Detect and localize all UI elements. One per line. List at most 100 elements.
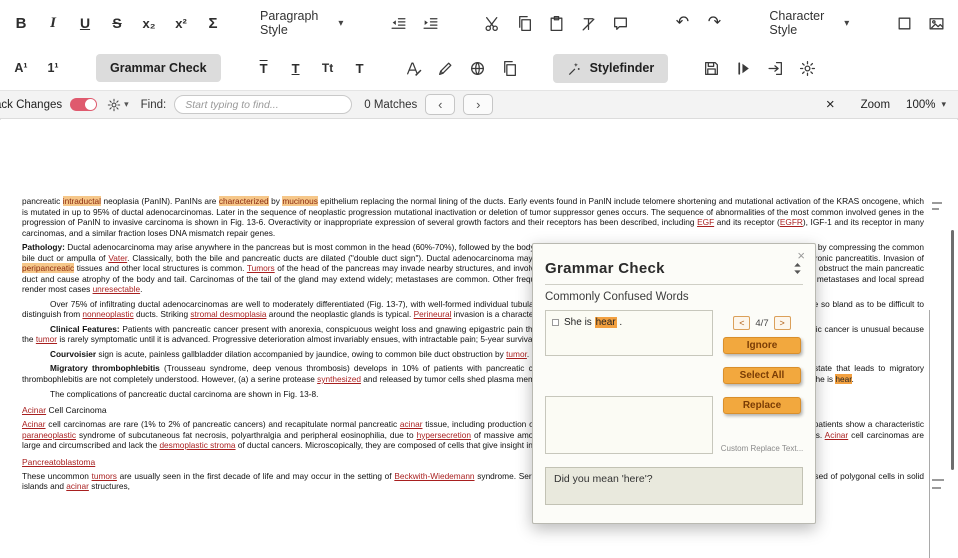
- image-icon: [928, 15, 945, 32]
- endnote-button[interactable]: 1¹: [42, 55, 64, 81]
- sentence-flagged-word: hear: [595, 317, 617, 328]
- divider: [545, 284, 803, 285]
- find-previous-button[interactable]: ‹: [425, 94, 455, 115]
- track-changes-toggle[interactable]: [70, 98, 97, 111]
- comment-icon: [612, 15, 629, 32]
- grammar-check-dialog: × Grammar Check Commonly Confused Words …: [532, 243, 816, 524]
- smallcaps-button[interactable]: Tt: [317, 55, 339, 81]
- font-color-icon: [405, 60, 422, 77]
- export-button[interactable]: [764, 55, 786, 81]
- find-label: Find:: [141, 99, 167, 111]
- stylefinder-label: Stylefinder: [590, 61, 655, 75]
- chevron-down-icon: ▾: [941, 99, 946, 110]
- settings-button[interactable]: [796, 55, 818, 81]
- character-style-dropdown[interactable]: Character Style ▾: [765, 9, 853, 37]
- character-style-label: Character Style: [769, 9, 824, 37]
- find-options-button[interactable]: ▾: [107, 98, 129, 112]
- next-suggestion-button[interactable]: >: [774, 316, 791, 330]
- highlighter-button[interactable]: [435, 55, 457, 81]
- page-edge-line: [929, 310, 930, 558]
- clear-formatting-button[interactable]: [577, 10, 599, 36]
- ignore-button[interactable]: Ignore: [723, 337, 801, 354]
- close-icon[interactable]: ×: [826, 96, 835, 113]
- sentence-preview-box[interactable]: She is hear .: [545, 310, 713, 356]
- insert-symbol-button[interactable]: Σ: [202, 10, 224, 36]
- normal-case-button[interactable]: T: [349, 55, 371, 81]
- close-icon[interactable]: ×: [797, 248, 805, 263]
- sentence-prefix: She is: [564, 317, 595, 328]
- bold-button[interactable]: B: [10, 10, 32, 36]
- undo-button[interactable]: ↶: [671, 10, 693, 36]
- prev-suggestion-button[interactable]: <: [733, 316, 750, 330]
- sentence-checkbox[interactable]: [552, 319, 559, 326]
- footnote-button[interactable]: A¹: [10, 55, 32, 81]
- step-forward-icon: [735, 60, 752, 77]
- indent-decrease-icon: [390, 15, 407, 32]
- custom-replace-link[interactable]: Custom Replace Text...: [721, 444, 804, 453]
- copy-button[interactable]: [513, 10, 535, 36]
- replace-button[interactable]: Replace: [723, 397, 801, 414]
- sentence-suffix: .: [617, 317, 623, 328]
- paste-button[interactable]: [545, 10, 567, 36]
- cut-button[interactable]: [481, 10, 503, 36]
- border-button[interactable]: [893, 10, 915, 36]
- zoom-value: 100%: [906, 99, 935, 111]
- globe-icon: [469, 60, 486, 77]
- copy-icon: [516, 15, 533, 32]
- paragraph-style-dropdown[interactable]: Paragraph Style ▾: [256, 9, 347, 37]
- select-all-button[interactable]: Select All: [723, 367, 801, 384]
- track-changes-label: ack Changes: [0, 99, 62, 111]
- superscript-button[interactable]: x²: [170, 10, 192, 36]
- save-button[interactable]: [700, 55, 722, 81]
- square-icon: [896, 15, 913, 32]
- gear-icon: [107, 98, 121, 112]
- scrollbar-thumb[interactable]: [951, 230, 954, 470]
- clipped-text-fragment: [932, 479, 944, 481]
- find-next-button[interactable]: ›: [463, 94, 493, 115]
- redo-button[interactable]: ↷: [703, 10, 725, 36]
- pages-icon: [501, 60, 518, 77]
- chevron-down-icon: ▾: [338, 18, 343, 29]
- find-input[interactable]: [174, 95, 352, 114]
- save-icon: [703, 60, 720, 77]
- grammar-check-label: Grammar Check: [110, 61, 207, 75]
- export-icon: [767, 60, 784, 77]
- zoom-dropdown[interactable]: 100% ▾: [906, 99, 946, 111]
- zoom-label: Zoom: [861, 99, 890, 111]
- paragraph-style-label: Paragraph Style: [260, 9, 318, 37]
- sort-updown-icon[interactable]: [792, 261, 803, 276]
- formatting-toolbar: B I U S x₂ x² Σ Paragraph Style ▾: [0, 0, 958, 46]
- app-window: B I U S x₂ x² Σ Paragraph Style ▾: [0, 0, 958, 558]
- lowercase-button[interactable]: T: [285, 55, 307, 81]
- language-button[interactable]: [467, 55, 489, 81]
- underline-button[interactable]: U: [74, 10, 96, 36]
- clear-formatting-icon: [580, 15, 597, 32]
- proofing-toolbar: A¹ 1¹ Grammar Check T T Tt T Stylefinder: [0, 46, 958, 90]
- scissors-icon: [484, 15, 501, 32]
- font-color-button[interactable]: [403, 55, 425, 81]
- insert-image-button[interactable]: [925, 10, 947, 36]
- stylefinder-button[interactable]: Stylefinder: [553, 54, 669, 83]
- step-button[interactable]: [732, 55, 754, 81]
- duplicate-button[interactable]: [499, 55, 521, 81]
- grammar-check-button[interactable]: Grammar Check: [96, 54, 221, 82]
- indent-decrease-button[interactable]: [387, 10, 409, 36]
- italic-button[interactable]: I: [42, 10, 64, 36]
- match-count: 0 Matches: [364, 99, 417, 111]
- clipped-text-fragment: [932, 487, 941, 489]
- subscript-button[interactable]: x₂: [138, 10, 160, 36]
- clipped-text-fragment: [932, 202, 942, 204]
- indent-increase-button[interactable]: [419, 10, 441, 36]
- stylefinder-wand-icon: [567, 61, 582, 76]
- chevron-down-icon: ▾: [124, 99, 129, 110]
- highlighter-icon: [437, 60, 454, 77]
- comment-button[interactable]: [609, 10, 631, 36]
- suggestion-position: 4/7: [755, 318, 768, 329]
- uppercase-button[interactable]: T: [253, 55, 275, 81]
- chevron-down-icon: ▾: [844, 18, 849, 29]
- gear-icon: [799, 60, 816, 77]
- strikethrough-button[interactable]: S: [106, 10, 128, 36]
- dialog-section-label: Commonly Confused Words: [545, 291, 803, 303]
- custom-replace-input[interactable]: [545, 396, 713, 454]
- suggestion-box: Did you mean 'here'?: [545, 467, 803, 505]
